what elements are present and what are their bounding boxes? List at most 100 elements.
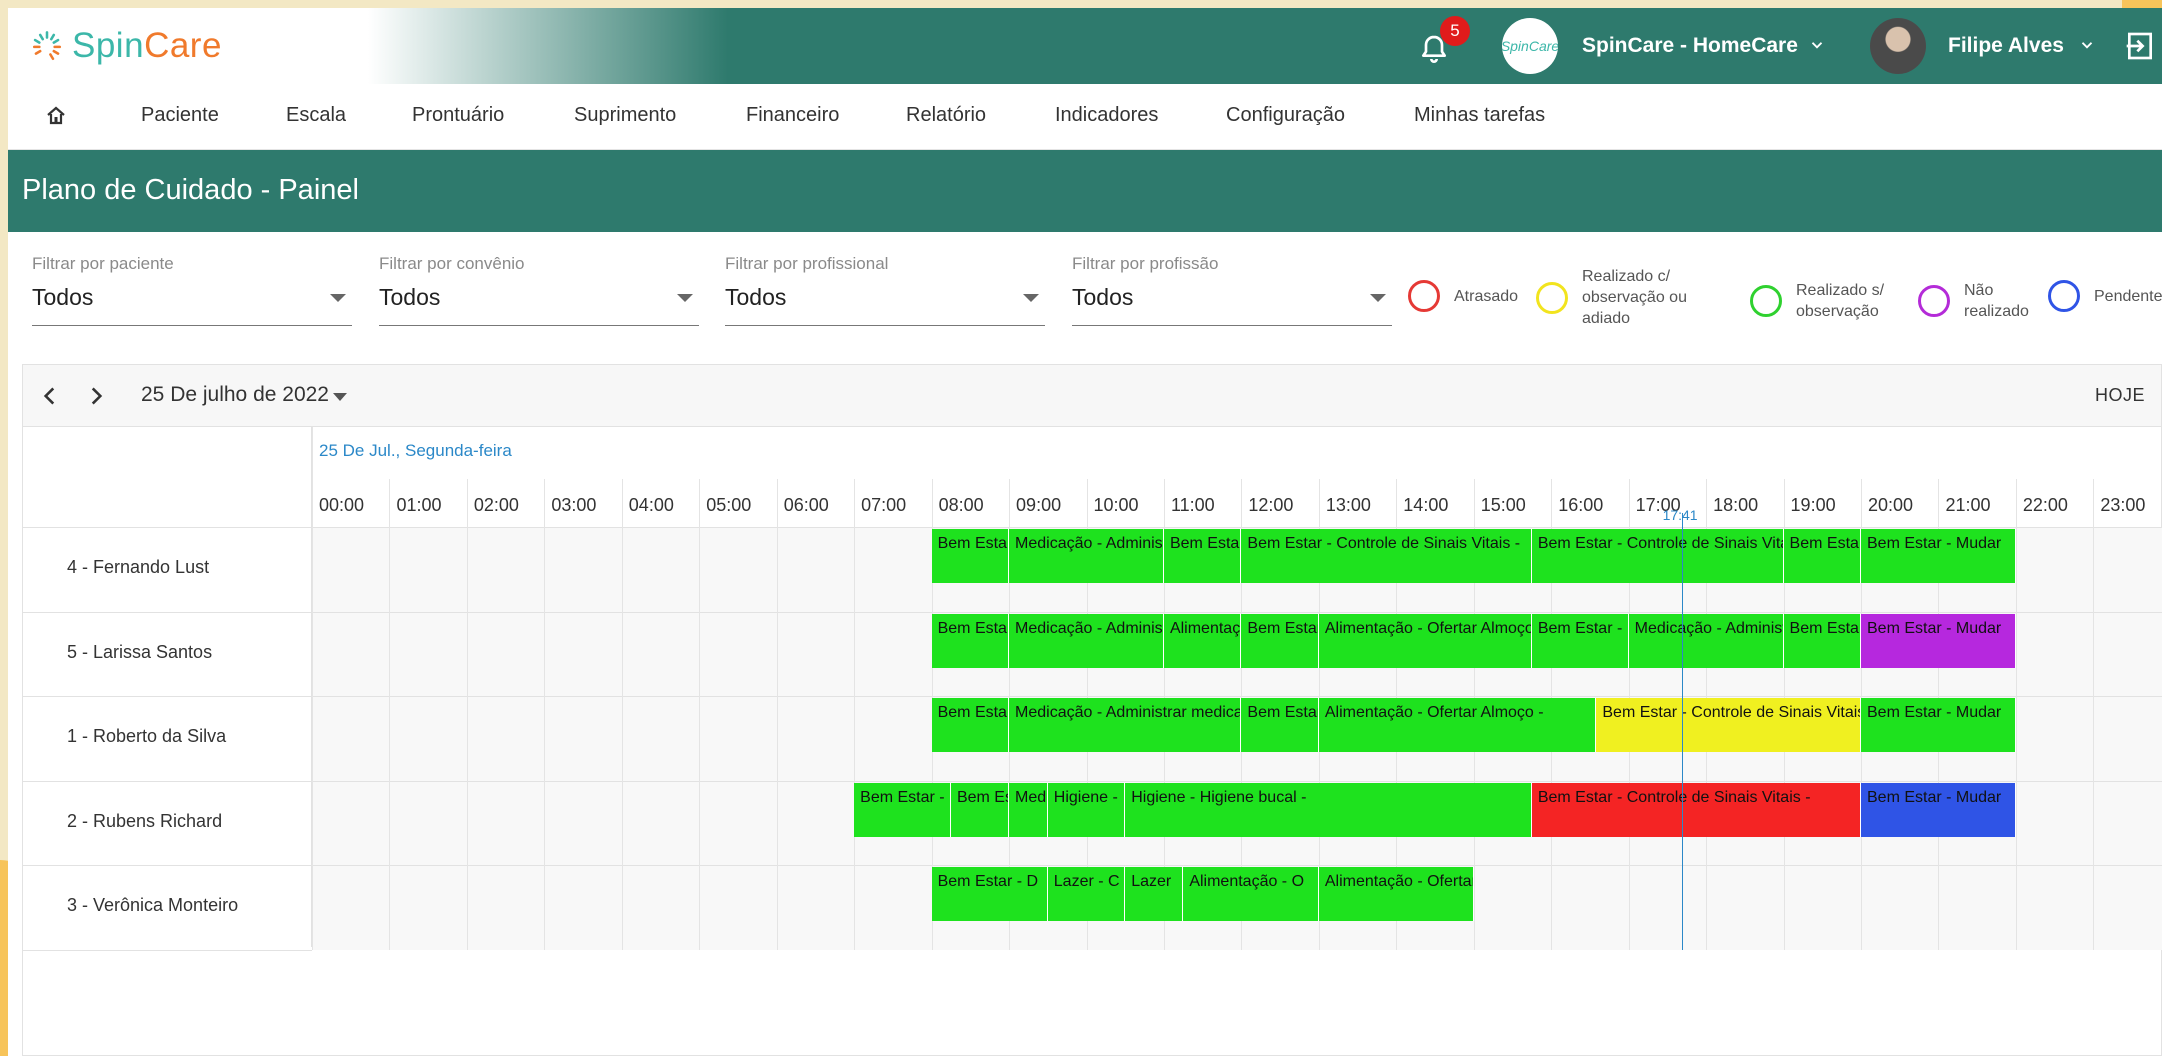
dropdown-arrow-icon bbox=[1023, 294, 1039, 302]
care-task-event[interactable]: Bem Estar - Mudar bbox=[1861, 529, 2016, 583]
spincare-logo-icon bbox=[32, 31, 62, 61]
care-task-event[interactable]: Bem Estar - Mudar bbox=[1861, 613, 2016, 668]
care-task-event[interactable]: Bem Estar bbox=[1163, 529, 1242, 583]
row-divider bbox=[23, 780, 2162, 782]
legend-label: Atrasado bbox=[1454, 287, 1519, 305]
care-task-event[interactable]: Bem Estar bbox=[931, 529, 1010, 583]
care-task-event[interactable]: Lazer bbox=[1125, 867, 1184, 921]
hour-label: 11:00 bbox=[1170, 495, 1215, 515]
chevron-left-icon[interactable] bbox=[37, 383, 63, 409]
logout-icon[interactable] bbox=[2124, 30, 2156, 62]
care-task-event[interactable]: Alimentação bbox=[1163, 613, 1242, 668]
user-avatar[interactable] bbox=[1870, 18, 1926, 74]
care-task-event[interactable]: Bem Estar bbox=[931, 698, 1010, 752]
care-task-event[interactable]: Alimentação - Ofertar Almoço - bbox=[1318, 698, 1597, 752]
hour-label: 23:00 bbox=[2100, 495, 2146, 515]
chevron-right-icon[interactable] bbox=[83, 383, 109, 409]
filter-value: Todos bbox=[725, 284, 787, 310]
patient-name: 3 - Verônica Monteiro bbox=[67, 895, 239, 915]
care-task-event[interactable]: Medicação - Administrar medicação bbox=[1009, 698, 1242, 752]
chevron-down-icon[interactable] bbox=[2078, 36, 2096, 54]
row-divider bbox=[23, 949, 312, 951]
timeline-grid: 25 De Jul., Segunda-feira 00:00 01:00 02:0… bbox=[23, 427, 2162, 1056]
company-avatar-text: SpinCare bbox=[1502, 38, 1558, 54]
page-title: Plano de Cuidado - Painel bbox=[22, 174, 359, 206]
care-task-event[interactable]: Bem Estar bbox=[1783, 613, 1861, 668]
filter-label: Filtrar por profissão bbox=[1072, 254, 1219, 273]
current-time-label: 17:41 bbox=[1662, 507, 1698, 523]
hour-divider bbox=[854, 479, 856, 950]
company-avatar[interactable]: SpinCare bbox=[1502, 18, 1558, 74]
day-header[interactable]: 25 De Jul., Segunda-feira bbox=[319, 441, 512, 461]
hour-label: 08:00 bbox=[938, 495, 984, 515]
legend-label: Realizado c/ observação ou adiado bbox=[1582, 268, 1687, 327]
hour-divider bbox=[621, 479, 623, 950]
profession-filter-select[interactable]: Filtrar por profissão Todos bbox=[1072, 254, 1392, 326]
scheduler-toolbar: 25 De julho de 2022 HOJE bbox=[23, 365, 2161, 427]
legend-pending: Pendente bbox=[2048, 280, 2162, 312]
user-name[interactable]: Filipe Alves bbox=[1948, 34, 2064, 58]
professional-filter-select[interactable]: Filtrar por profissional Todos bbox=[725, 254, 1045, 326]
filter-label: Filtrar por convênio bbox=[379, 254, 525, 273]
care-task-event[interactable]: Bem Estar - Controle de Sinais Vitais - bbox=[1531, 529, 1784, 583]
care-task-event[interactable]: Higiene - Higiene bucal - bbox=[1125, 782, 1532, 837]
nav-item-minhas-tarefas[interactable]: Minhas tarefas bbox=[1414, 104, 1545, 127]
care-task-event[interactable]: Higiene - bbox=[1047, 782, 1126, 837]
nav-item-configuracao[interactable]: Configuração bbox=[1226, 104, 1345, 127]
insurance-filter-select[interactable]: Filtrar por convênio Todos bbox=[379, 254, 699, 326]
care-task-event[interactable]: Bem Estar bbox=[950, 782, 1010, 837]
care-task-event[interactable]: Bem Estar - bbox=[1531, 613, 1629, 668]
home-icon[interactable] bbox=[44, 104, 68, 128]
hour-label: 15:00 bbox=[1480, 495, 1526, 515]
care-task-event[interactable]: Medicação bbox=[1009, 782, 1048, 837]
chevron-down-icon[interactable] bbox=[1808, 36, 1826, 54]
hour-label: 10:00 bbox=[1093, 495, 1139, 515]
care-task-event[interactable]: Medicação - Administrar bbox=[1628, 613, 1784, 668]
care-task-event[interactable]: Bem Estar - bbox=[854, 782, 951, 837]
care-plan-scheduler: 25 De julho de 2022 HOJE 25 De Jul., Seg… bbox=[22, 364, 2162, 1056]
nav-item-indicadores[interactable]: Indicadores bbox=[1055, 104, 1158, 127]
care-task-event[interactable]: Bem Estar bbox=[1241, 698, 1319, 752]
care-task-event[interactable]: Bem Estar - Mudar bbox=[1861, 782, 2016, 837]
nav-item-paciente[interactable]: Paciente bbox=[141, 104, 219, 127]
hour-divider bbox=[312, 427, 313, 950]
nav-item-financeiro[interactable]: Financeiro bbox=[746, 104, 839, 127]
care-task-event[interactable]: Alimentação - Ofertar bbox=[1318, 867, 1474, 921]
care-task-event[interactable]: Bem Estar - Controle de Sinais Vitais - bbox=[1531, 782, 1861, 837]
nav-item-escala[interactable]: Escala bbox=[286, 104, 346, 127]
care-task-event[interactable]: Bem Estar bbox=[1241, 613, 1319, 668]
care-task-event[interactable]: Medicação - Administrar bbox=[1009, 613, 1164, 668]
logo[interactable]: SpinCare bbox=[30, 26, 222, 66]
care-task-event[interactable]: Medicação - Administrar bbox=[1009, 529, 1164, 583]
hour-label: 19:00 bbox=[1790, 495, 1836, 515]
today-button[interactable]: HOJE bbox=[2095, 385, 2145, 406]
filter-label: Filtrar por profissional bbox=[725, 254, 889, 273]
nav-item-relatorio[interactable]: Relatório bbox=[906, 104, 986, 127]
nav-item-prontuario[interactable]: Prontuário bbox=[412, 104, 504, 127]
main-nav: Paciente Escala Prontuário Suprimento Fi… bbox=[8, 84, 2162, 150]
hour-divider bbox=[776, 479, 778, 950]
hour-label: 20:00 bbox=[1868, 495, 1914, 515]
dropdown-arrow-icon[interactable] bbox=[333, 393, 347, 401]
filter-value: Todos bbox=[32, 284, 94, 310]
care-task-event[interactable]: Bem Estar - Controle de Sinais Vitais - bbox=[1241, 529, 1532, 583]
company-selector-label[interactable]: SpinCare - HomeCare bbox=[1582, 34, 1798, 58]
legend-label: Não realizado bbox=[1964, 282, 2029, 320]
care-task-event[interactable]: Alimentação - O bbox=[1183, 867, 1319, 921]
care-task-event[interactable]: Lazer - C bbox=[1047, 867, 1126, 921]
patient-filter-select[interactable]: Filtrar por paciente Todos bbox=[32, 254, 352, 326]
hour-label: 01:00 bbox=[396, 495, 442, 515]
care-task-event[interactable]: Bem Estar - D bbox=[931, 867, 1048, 921]
filter-underline bbox=[32, 325, 352, 326]
hour-label: 16:00 bbox=[1558, 495, 1604, 515]
care-task-event[interactable]: Bem Estar - Controle de Sinais Vitais - bbox=[1596, 698, 1861, 752]
legend-done-with-note: Realizado c/ observação ou adiado bbox=[1536, 266, 1710, 329]
current-time-indicator bbox=[1681, 513, 1683, 950]
care-task-event[interactable]: Bem Estar bbox=[1783, 529, 1861, 583]
hour-divider bbox=[699, 479, 701, 950]
care-task-event[interactable]: Alimentação - Ofertar Almoço bbox=[1318, 613, 1532, 668]
nav-item-suprimento[interactable]: Suprimento bbox=[574, 104, 676, 127]
care-task-event[interactable]: Bem Estar bbox=[931, 613, 1010, 668]
care-task-event[interactable]: Bem Estar - Mudar bbox=[1861, 698, 2016, 752]
date-picker-button[interactable]: 25 De julho de 2022 bbox=[141, 383, 329, 407]
